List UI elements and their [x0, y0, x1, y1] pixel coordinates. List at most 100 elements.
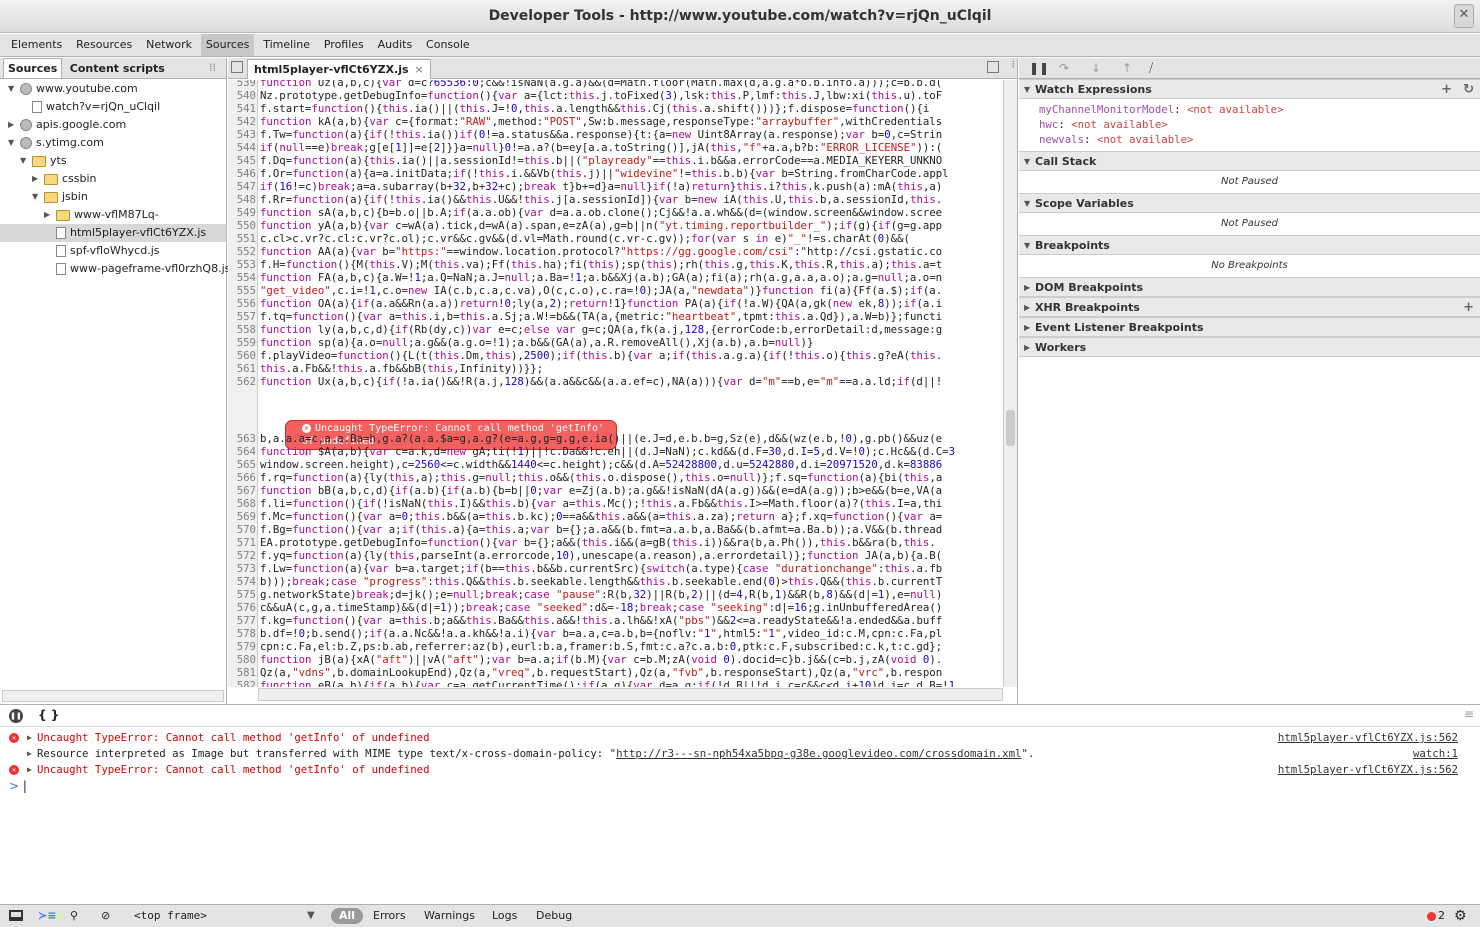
code-line[interactable]: 545 f.Dq=function(a){this.ia()||a.session… [228, 154, 1003, 167]
pretty-print-icon[interactable]: { } [38, 708, 59, 722]
line-number[interactable]: 566 [228, 471, 256, 484]
search-icon[interactable]: ⚲ [70, 907, 78, 925]
clear-console-icon[interactable]: ⊘ [101, 907, 110, 925]
tab-sources[interactable]: Sources [200, 34, 255, 56]
code-line[interactable]: 576 c&&uA(c,g,a.timeStamp)&&(d|=1));break… [228, 601, 1003, 614]
xhr-breakpoints-header[interactable]: ▶ XHR Breakpoints + [1019, 297, 1480, 317]
deactivate-breakpoints-icon[interactable]: ⧸ [1149, 61, 1153, 76]
scope-variables-header[interactable]: ▼ Scope Variables [1019, 193, 1480, 213]
console-message-error[interactable]: ✕ ▶ Uncaught TypeError: Cannot call meth… [0, 762, 1480, 778]
line-number[interactable]: 545 [228, 154, 256, 167]
line-number[interactable]: 572 [228, 549, 256, 562]
code-line[interactable]: 569 f.Mc=function(){var a=0;this.b&&(a=th… [228, 510, 1003, 523]
line-number[interactable]: 547 [228, 180, 256, 193]
tree-node[interactable]: ▼ www.youtube.com [0, 80, 226, 98]
chevron-down-icon[interactable]: ▼ [307, 907, 315, 925]
message-source-link[interactable]: watch:1 [1413, 746, 1458, 762]
show-console-icon[interactable]: ≻≡ [38, 907, 56, 925]
code-line[interactable]: 551 c.cl>c.vr?c.cl:c.vr?c.ol);c.vr&&c.gv&… [228, 232, 1003, 245]
tree-node[interactable]: ▼ yts [0, 152, 226, 170]
line-number[interactable]: 581 [228, 666, 256, 679]
filter-errors[interactable]: Errors [373, 907, 406, 925]
collapsed-triangle-icon[interactable]: ▶ [44, 206, 50, 224]
console-message-warning[interactable]: ▶ Resource interpreted as Image but tran… [0, 746, 1480, 762]
line-number[interactable]: 560 [228, 349, 256, 362]
line-number[interactable]: 575 [228, 588, 256, 601]
line-number[interactable]: 565 [228, 458, 256, 471]
code-line[interactable]: 556 function OA(a){if(a.a&&Rn(a.a))return… [228, 297, 1003, 310]
tree-node[interactable]: ▶ apis.google.com [0, 116, 226, 134]
code-line[interactable]: 557 f.tq=function(){var a=this.i,b=this.a… [228, 310, 1003, 323]
watch-item[interactable]: newvals: <not available> [1039, 132, 1480, 147]
code-line[interactable]: 561 this.a.Fb&&!this.a.fb&&bB(this,Infini… [228, 362, 1003, 375]
dom-breakpoints-header[interactable]: ▶ DOM Breakpoints [1019, 277, 1480, 297]
collapsed-triangle-icon[interactable]: ▶ [32, 170, 38, 188]
sidebar-tab-content-scripts[interactable]: Content scripts [66, 59, 169, 79]
code-line[interactable]: 553 f.H=function(){M(this.V);M(this.va);F… [228, 258, 1003, 271]
line-number[interactable]: 576 [228, 601, 256, 614]
code-line[interactable]: 546 f.Or=function(a){a=a.initData;if(!thi… [228, 167, 1003, 180]
code-line[interactable]: 580 function jB(a){xA("aft")||vA("aft");v… [228, 653, 1003, 666]
code-line[interactable]: 548 f.Rr=function(a){if(!this.ia()&&this.… [228, 193, 1003, 206]
line-number[interactable]: 571 [228, 536, 256, 549]
code-line[interactable]: 581 Qz(a,"vdns",b.domainLookupEnd),Qz(a,"… [228, 666, 1003, 679]
watch-item[interactable]: hwc: <not available> [1039, 117, 1480, 132]
step-over-icon[interactable]: ↷ [1059, 61, 1069, 75]
expanded-triangle-icon[interactable]: ▼ [32, 188, 38, 206]
code-line[interactable]: 579 cpn:c.Fa,el:b.Z,ps:b.ab,referrer:az(b… [228, 640, 1003, 653]
line-number[interactable]: 543 [228, 128, 256, 141]
line-number[interactable]: 578 [228, 627, 256, 640]
console-message-error[interactable]: ✕ ▶ Uncaught TypeError: Cannot call meth… [0, 730, 1480, 746]
error-count-badge[interactable]: 2 [1427, 907, 1445, 925]
editor-hscrollbar[interactable] [258, 688, 1003, 701]
line-number[interactable]: 582 [228, 679, 256, 687]
line-number[interactable]: 549 [228, 206, 256, 219]
line-number[interactable]: 579 [228, 640, 256, 653]
code-line[interactable]: 550 function yA(a,b){var c=wA(a).tick,d=w… [228, 219, 1003, 232]
code-line[interactable]: 571 EA.prototype.getDebugInfo=function(){… [228, 536, 1003, 549]
line-number[interactable]: 539 [228, 80, 256, 89]
line-number[interactable]: 568 [228, 497, 256, 510]
code-line[interactable]: 559 function sp(a){a.o=null;a.g&&(a.g.o=!… [228, 336, 1003, 349]
pause-on-exceptions-icon[interactable]: ❚❚ [9, 709, 23, 723]
message-source-link[interactable]: html5player-vflCt6YZX.js:562 [1278, 762, 1458, 778]
watch-expressions-header[interactable]: ▼ Watch Expressions + ↻ [1019, 79, 1480, 99]
code-line[interactable]: 578 b.df=!0;b.send();if(a.a.Nc&&!a.a.kh&&… [228, 627, 1003, 640]
toggle-debugger-icon[interactable] [987, 61, 999, 73]
code-line[interactable]: 565 window.screen.height),c=2560<=c.width… [228, 458, 1003, 471]
pause-icon[interactable]: ❚❚ [1029, 61, 1049, 75]
code-line[interactable]: 544 if(null==e)break;g[e[1]]=e[2]}}a=null… [228, 141, 1003, 154]
code-line[interactable]: 582 function eB(a,b){if(a.b){var c=a.getC… [228, 679, 1003, 687]
add-watch-icon[interactable]: + [1441, 80, 1452, 99]
tab-resources[interactable]: Resources [71, 34, 137, 56]
line-number[interactable]: 550 [228, 219, 256, 232]
line-number[interactable]: 558 [228, 323, 256, 336]
code-line[interactable]: 555 "get_video",c.i=!1,c.o=new IA(c.b,c.a… [228, 284, 1003, 297]
line-number[interactable]: 553 [228, 258, 256, 271]
code-line[interactable]: 542 function kA(a,b){var c={format:"RAW",… [228, 115, 1003, 128]
line-number[interactable]: 556 [228, 297, 256, 310]
expanded-triangle-icon[interactable]: ▼ [20, 152, 26, 170]
line-number[interactable]: 555 [228, 284, 256, 297]
code-line[interactable]: 562 function Ux(a,b,c){if(!a.ia()&&!R(a.j… [228, 375, 1003, 388]
tab-audits[interactable]: Audits [373, 34, 418, 56]
code-line[interactable]: 541 f.start=function(){this.ia()||(this.J… [228, 102, 1003, 115]
code-line[interactable]: 552 function AA(a){var b="https:"==window… [228, 245, 1003, 258]
watch-item[interactable]: myChannelMonitorModel: <not available> [1039, 102, 1480, 117]
tree-node[interactable]: ▶ www-vflM87Lq- [0, 206, 226, 224]
line-number[interactable]: 551 [228, 232, 256, 245]
code-area[interactable]: ✕ Uncaught TypeError: Cannot call method … [228, 80, 1003, 687]
tree-node[interactable]: watch?v=rjQn_uClqil [0, 98, 226, 116]
workers-header[interactable]: ▶ Workers [1019, 337, 1480, 357]
filter-all[interactable]: All [331, 908, 364, 924]
sidebar-hscrollbar[interactable] [2, 690, 224, 702]
filter-warnings[interactable]: Warnings [424, 907, 475, 925]
tab-network[interactable]: Network [141, 34, 197, 56]
line-number[interactable]: 540 [228, 89, 256, 102]
line-number[interactable]: 569 [228, 510, 256, 523]
tab-console[interactable]: Console [421, 34, 475, 56]
line-number[interactable]: 574 [228, 575, 256, 588]
line-number[interactable]: 546 [228, 167, 256, 180]
line-number[interactable]: 564 [228, 445, 256, 458]
breakpoints-header[interactable]: ▼ Breakpoints [1019, 235, 1480, 255]
